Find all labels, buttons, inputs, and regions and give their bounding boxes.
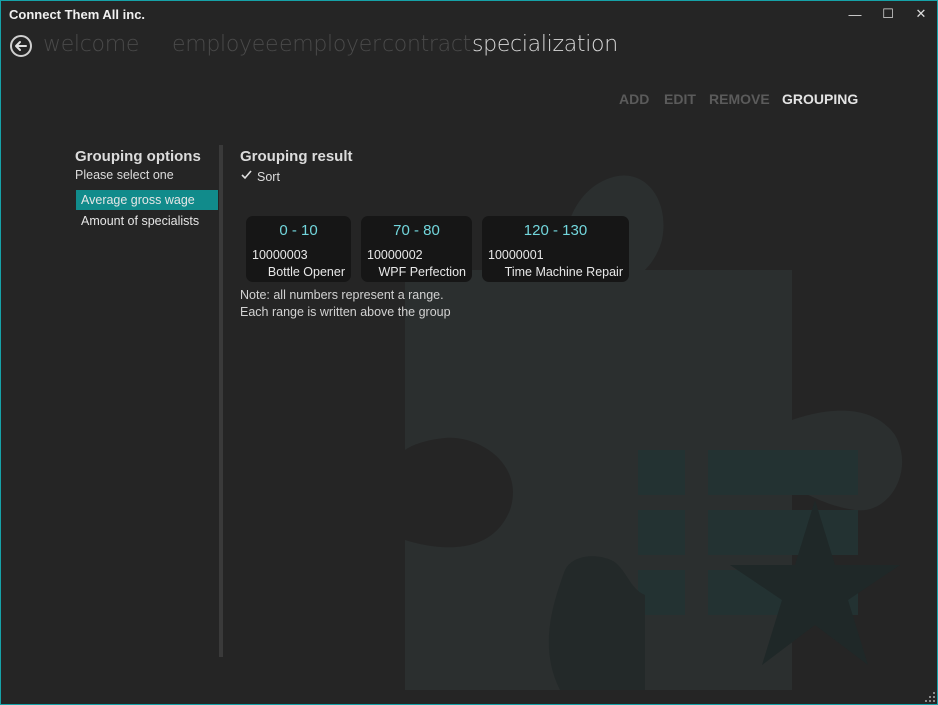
group-code: 10000002 [367, 248, 423, 262]
nav-specialization[interactable]: specialization [472, 32, 618, 57]
remove-command[interactable]: REMOVE [709, 91, 770, 107]
back-button[interactable] [10, 35, 32, 57]
option-amount-of-specialists[interactable]: Amount of specialists [76, 211, 218, 231]
grouping-options-title: Grouping options [75, 148, 201, 165]
option-average-gross-wage[interactable]: Average gross wage [76, 190, 218, 210]
maximize-button[interactable]: ☐ [875, 4, 901, 24]
group-code: 10000003 [252, 248, 308, 262]
nav-employer[interactable]: employer [279, 32, 381, 57]
sort-checkbox[interactable]: Sort [240, 168, 280, 184]
group-card: 0 - 10 10000003 Bottle Opener [246, 216, 351, 282]
group-card: 70 - 80 10000002 WPF Perfection [361, 216, 472, 282]
group-name: Bottle Opener [267, 265, 345, 279]
nav-employee[interactable]: employee [172, 32, 279, 57]
add-command[interactable]: ADD [619, 91, 649, 107]
grouping-options-subtitle: Please select one [75, 168, 174, 182]
group-name: WPF Perfection [378, 265, 466, 279]
title-bar: Connect Them All inc. — ☐ ✕ [0, 0, 938, 30]
nav-welcome[interactable]: welcome [43, 32, 139, 57]
back-arrow-icon [15, 41, 27, 51]
group-card: 120 - 130 10000001 Time Machine Repair [482, 216, 629, 282]
grouping-result-title: Grouping result [240, 148, 353, 165]
close-button[interactable]: ✕ [908, 4, 934, 24]
group-name: Time Machine Repair [504, 265, 623, 279]
group-code: 10000001 [488, 248, 544, 262]
group-range: 0 - 10 [279, 222, 318, 239]
checkmark-icon [240, 168, 253, 181]
edit-command[interactable]: EDIT [664, 91, 696, 107]
minimize-button[interactable]: — [842, 4, 868, 24]
nav-contract[interactable]: contract [382, 32, 471, 57]
app-title: Connect Them All inc. [9, 7, 146, 22]
resize-grip-icon[interactable] [925, 692, 935, 702]
puzzle-background-icon [405, 175, 903, 690]
panel-divider [219, 145, 223, 657]
group-range: 120 - 130 [523, 222, 588, 239]
sort-label: Sort [257, 170, 280, 184]
note-line-2: Each range is written above the group [240, 305, 451, 319]
grouping-command[interactable]: GROUPING [782, 91, 858, 107]
note-line-1: Note: all numbers represent a range. [240, 288, 444, 302]
group-range: 70 - 80 [393, 222, 440, 239]
